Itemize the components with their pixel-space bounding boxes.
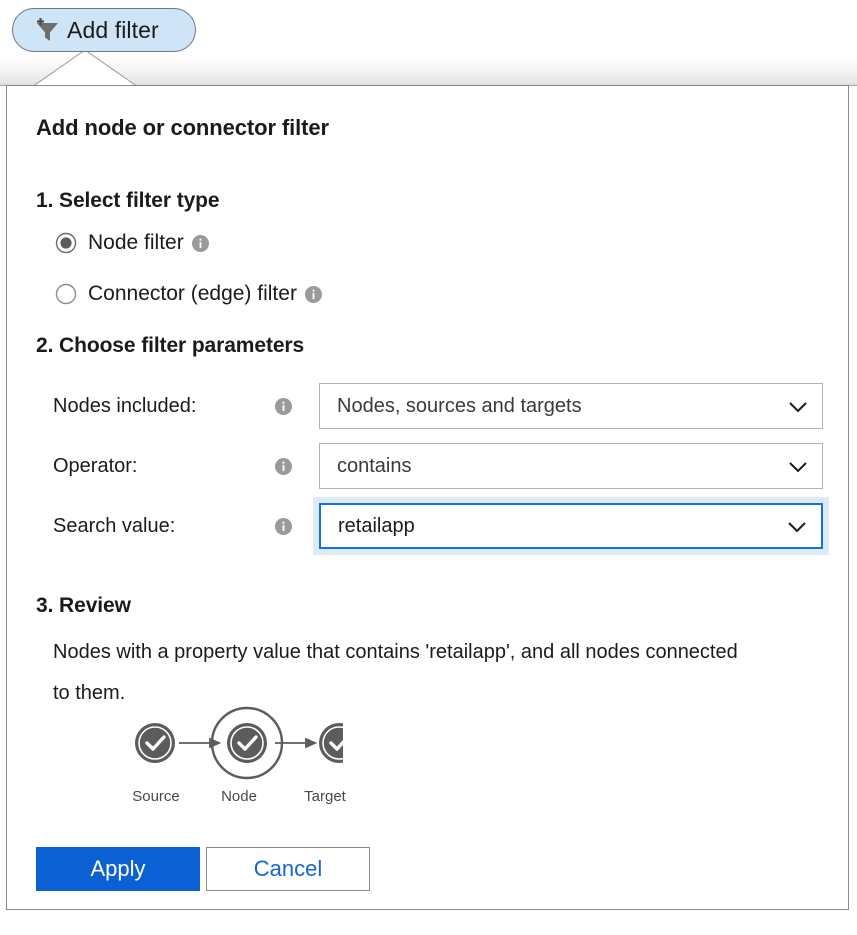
callout-pointer-shape xyxy=(32,50,138,87)
radio-option-connector-filter[interactable]: Connector (edge) filter xyxy=(55,282,322,306)
field-row-search-value: Search value: retailapp xyxy=(53,503,823,549)
diagram-label-source: Source xyxy=(111,788,201,805)
info-icon[interactable] xyxy=(275,518,292,535)
label-operator: Operator: xyxy=(53,455,275,478)
step-3-heading: 3. Review xyxy=(36,594,131,618)
add-filter-label: Add filter xyxy=(67,19,159,42)
diagram-label-node: Node xyxy=(199,788,279,805)
chevron-down-icon xyxy=(788,400,808,412)
diagram-label-target: Target xyxy=(280,788,370,805)
dropdown-operator[interactable]: contains xyxy=(319,443,823,489)
info-icon[interactable] xyxy=(275,398,292,415)
step-2-heading: 2. Choose filter parameters xyxy=(36,334,304,358)
field-row-nodes-included: Nodes included: Nodes, sources and targe… xyxy=(53,383,823,429)
info-icon-wrap xyxy=(275,398,319,415)
callout-pointer xyxy=(32,50,138,87)
filter-scope-diagram-graphic xyxy=(63,700,343,786)
chevron-down-icon xyxy=(788,460,808,472)
cancel-button[interactable]: Cancel xyxy=(206,847,370,891)
dropdown-search-value[interactable]: retailapp xyxy=(319,503,823,549)
info-icon-wrap xyxy=(275,518,319,535)
radio-option-node-filter[interactable]: Node filter xyxy=(55,231,209,255)
dialog-title: Add node or connector filter xyxy=(36,115,329,141)
dropdown-value-nodes-included: Nodes, sources and targets xyxy=(337,395,582,418)
dropdown-nodes-included[interactable]: Nodes, sources and targets xyxy=(319,383,823,429)
info-icon[interactable] xyxy=(192,235,209,252)
radio-unselected-icon xyxy=(55,283,77,305)
dropdown-value-operator: contains xyxy=(337,455,412,478)
label-search-value: Search value: xyxy=(53,515,275,538)
info-icon[interactable] xyxy=(305,286,322,303)
radio-label-connector-filter: Connector (edge) filter xyxy=(88,282,297,306)
apply-button-label: Apply xyxy=(90,856,145,882)
step-1-heading: 1. Select filter type xyxy=(36,189,219,213)
info-icon-wrap xyxy=(275,458,319,475)
add-filter-dialog: Add node or connector filter 1. Select f… xyxy=(6,85,849,910)
label-nodes-included: Nodes included: xyxy=(53,395,275,418)
add-filter-button[interactable]: Add filter xyxy=(12,8,196,52)
screen-root: Add filter Add node or connector filter … xyxy=(0,0,857,935)
funnel-plus-icon xyxy=(31,16,61,44)
field-row-operator: Operator: contains xyxy=(53,443,823,489)
apply-button[interactable]: Apply xyxy=(36,847,200,891)
radio-label-node-filter: Node filter xyxy=(88,231,184,255)
cancel-button-label: Cancel xyxy=(254,856,322,882)
radio-selected-icon xyxy=(55,232,77,254)
dropdown-value-search-value: retailapp xyxy=(338,515,415,538)
chevron-down-icon xyxy=(787,520,807,532)
filter-scope-diagram: Source Node Target xyxy=(63,700,343,805)
info-icon[interactable] xyxy=(275,458,292,475)
